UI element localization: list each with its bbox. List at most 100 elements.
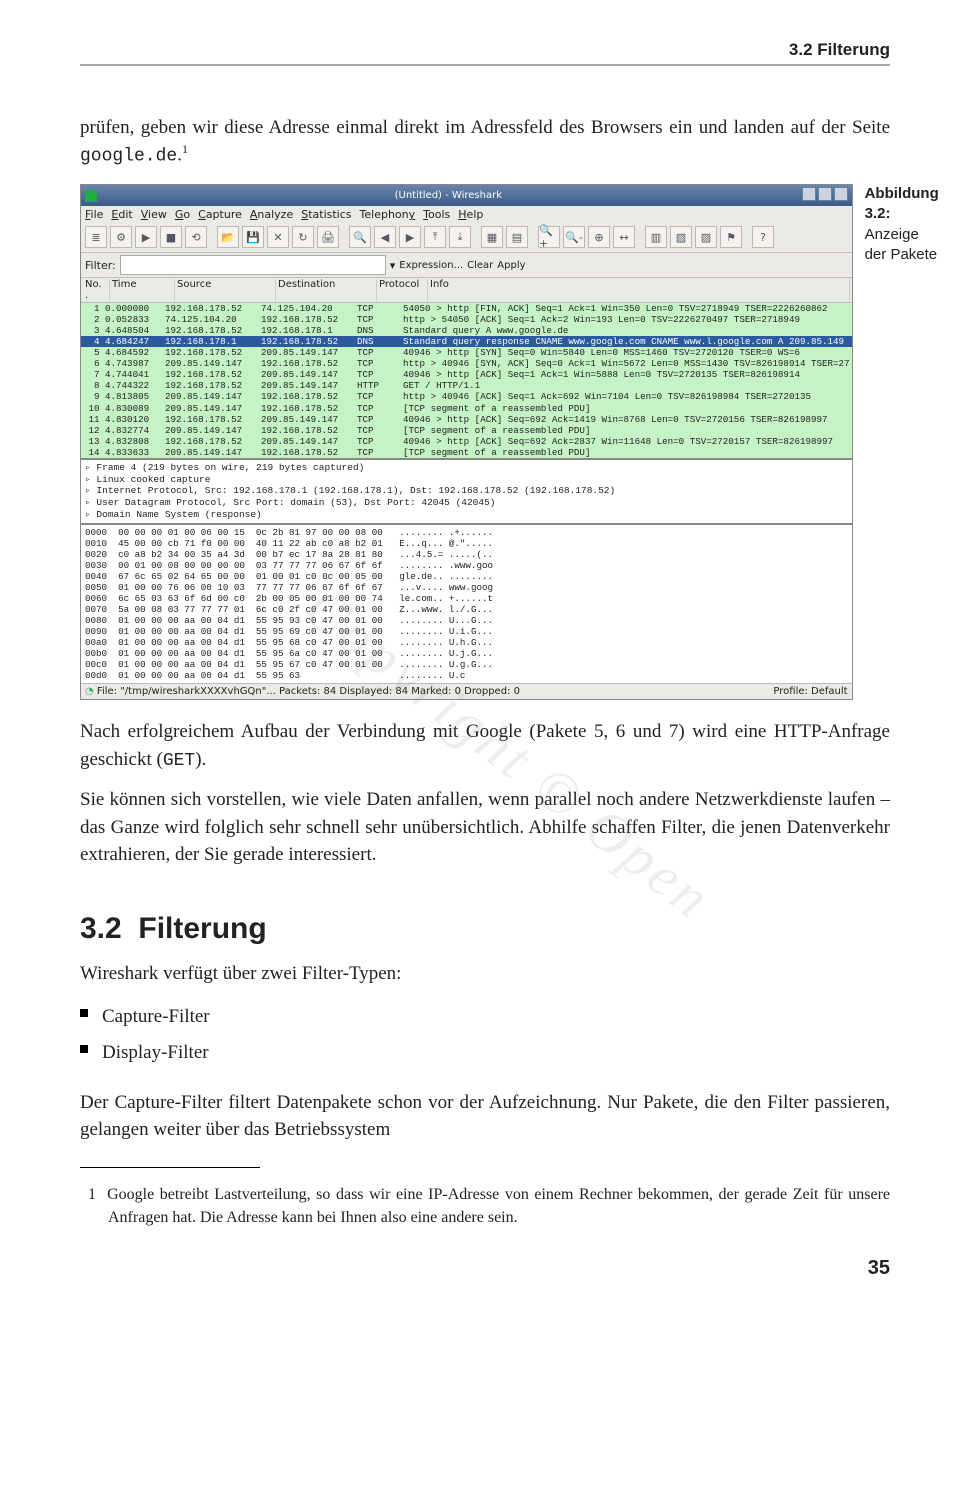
tb-restart-icon[interactable]: ⟲ (185, 226, 207, 248)
menu-edit: Edit (111, 208, 132, 221)
menu-help: Help (458, 208, 483, 221)
packet-row[interactable]: 144.833633209.85.149.147192.168.178.52TC… (81, 447, 852, 458)
caption-rest: Anzeige der Pakete (865, 226, 938, 263)
status-right: Profile: Default (773, 686, 847, 697)
tb-first-icon[interactable]: ⤓ (449, 226, 471, 248)
packet-row[interactable]: 104.830089209.85.149.147192.168.178.52TC… (81, 403, 852, 414)
para-filter-intro: Wireshark verfügt über zwei Filter-Typen… (80, 960, 890, 987)
packet-details-tree[interactable]: Frame 4 (219 bytes on wire, 219 bytes ca… (81, 458, 852, 523)
section-heading: 3.2 Filterung (80, 912, 890, 946)
tb-next-icon[interactable]: ▶ (399, 226, 421, 248)
tb-reload-icon[interactable]: ↻ (292, 226, 314, 248)
intro-mono: google.de (80, 146, 177, 166)
packet-row[interactable]: 54.684592192.168.178.52209.85.149.147TCP… (81, 347, 852, 358)
filter-types-list: Capture-Filter Display-Filter (80, 999, 890, 1071)
tb-zoom100-icon[interactable]: ⊕ (588, 226, 610, 248)
tb-zoomout-icon[interactable]: 🔍- (563, 226, 585, 248)
menu-analyze: Analyze (250, 208, 293, 221)
status-left: ◔ File: "/tmp/wiresharkXXXXvhGQn"... Pac… (85, 686, 520, 697)
ws-statusbar: ◔ File: "/tmp/wiresharkXXXXvhGQn"... Pac… (81, 683, 852, 699)
intro-sup: 1 (182, 142, 188, 156)
para-capture-filter: Der Capture-Filter filtert Datenpakete s… (80, 1089, 890, 1143)
running-head: 3.2 Filterung (80, 40, 890, 66)
tree-item[interactable]: Frame 4 (219 bytes on wire, 219 bytes ca… (85, 462, 848, 474)
tb-zoomin-icon[interactable]: 🔍+ (538, 226, 560, 248)
packet-row[interactable]: 134.832808192.168.178.52209.85.149.147TC… (81, 436, 852, 447)
ws-toolbar[interactable]: ≣ ⚙ ▶ ■ ⟲ 📂 💾 ✕ ↻ 🖨 🔍 ◀ ▶ ⤒ ⤓ ▦ ▤ (81, 223, 852, 253)
filter-expression-button[interactable]: Expression... (399, 260, 463, 271)
menu-statistics: Statistics (301, 208, 351, 221)
footnote-text: Google betreibt Lastverteilung, so dass … (107, 1186, 890, 1225)
filter-label: Filter: (85, 259, 116, 272)
col-info[interactable]: Info (428, 279, 850, 301)
ws-menubar[interactable]: File Edit View Go Capture Analyze Statistics Te… (81, 206, 852, 223)
tb-save-icon[interactable]: 💾 (242, 226, 264, 248)
packet-row[interactable]: 94.813805209.85.149.147192.168.178.52TCP… (81, 391, 852, 402)
packet-row[interactable]: 20.05283374.125.104.20192.168.178.52TCPh… (81, 314, 852, 325)
packet-hex-dump[interactable]: 0000 00 00 00 01 00 06 00 15 0c 2b 81 97… (81, 523, 852, 683)
bullet-capture-filter: Capture-Filter (102, 999, 890, 1035)
col-protocol[interactable]: Protocol (377, 279, 428, 301)
filter-input[interactable] (120, 255, 386, 275)
packet-row[interactable]: 10.000000192.168.178.5274.125.104.20TCP5… (81, 303, 852, 314)
para-after-figure-2: Sie können sich vorstellen, wie viele Da… (80, 786, 890, 867)
tree-item[interactable]: Domain Name System (response) (85, 509, 848, 521)
tb-start-icon[interactable]: ▶ (135, 226, 157, 248)
packet-row[interactable]: 74.744041192.168.178.52209.85.149.147TCP… (81, 369, 852, 380)
tb-print-icon[interactable]: 🖨 (317, 226, 339, 248)
tree-item[interactable]: Internet Protocol, Src: 192.168.178.1 (1… (85, 485, 848, 497)
menu-go: Go (175, 208, 190, 221)
tb-prev-icon[interactable]: ◀ (374, 226, 396, 248)
packet-row[interactable]: 84.744322192.168.178.52209.85.149.147HTT… (81, 380, 852, 391)
col-destination[interactable]: Destination (276, 279, 377, 301)
menu-file: File (85, 208, 103, 221)
tb-find-icon[interactable]: 🔍 (349, 226, 371, 248)
packet-row[interactable]: 44.684247192.168.178.1192.168.178.52DNSS… (81, 336, 852, 347)
tb-colorize-icon[interactable]: ▦ (481, 226, 503, 248)
menu-capture: Capture (198, 208, 242, 221)
tb-stop-icon[interactable]: ■ (160, 226, 182, 248)
footnote-rule (80, 1167, 260, 1168)
tree-item[interactable]: Linux cooked capture (85, 474, 848, 486)
window-buttons[interactable] (800, 187, 848, 204)
tb-dispfilter-icon[interactable]: ▧ (670, 226, 692, 248)
ws-filter-bar[interactable]: Filter: ▾ Expression... Clear Apply (81, 253, 852, 278)
packet-row[interactable]: 64.743987209.85.149.147192.168.178.52TCP… (81, 358, 852, 369)
p2b: ). (195, 749, 206, 770)
menu-telephony: Telephony (360, 208, 416, 221)
para-after-figure-1: Nach erfolgreichem Aufbau der Verbindung… (80, 718, 890, 774)
menu-tools: Tools (423, 208, 450, 221)
tb-help-icon[interactable]: ? (752, 226, 774, 248)
col-source[interactable]: Source (175, 279, 276, 301)
packet-row[interactable]: 34.648504192.168.178.52192.168.178.1DNSS… (81, 325, 852, 336)
tb-goto-icon[interactable]: ⤒ (424, 226, 446, 248)
running-head-text: 3.2 Filterung (789, 40, 890, 60)
tb-prefs-icon[interactable]: ⚑ (720, 226, 742, 248)
figure-caption: Abbildung 3.2: Anzeige der Pakete (865, 184, 939, 265)
tb-options-icon[interactable]: ⚙ (110, 226, 132, 248)
ws-app-icon (85, 190, 97, 202)
tb-resize-icon[interactable]: ↔ (613, 226, 635, 248)
tb-open-icon[interactable]: 📂 (217, 226, 239, 248)
filter-apply-button[interactable]: Apply (497, 260, 525, 271)
filter-clear-button[interactable]: Clear (467, 260, 493, 271)
packet-list-header[interactable]: No. . Time Source Destination Protocol I… (81, 278, 852, 303)
ws-title-text: (Untitled) - Wireshark (395, 190, 502, 201)
wireshark-window: (Untitled) - Wireshark File Edit View Go Cap… (80, 184, 853, 700)
packet-list[interactable]: 10.000000192.168.178.5274.125.104.20TCP5… (81, 303, 852, 457)
packet-row[interactable]: 114.830120192.168.178.52209.85.149.147TC… (81, 414, 852, 425)
footnote: 1 Google betreibt Lastverteilung, so das… (80, 1184, 890, 1229)
col-time[interactable]: Time (110, 279, 175, 301)
tb-autoscroll-icon[interactable]: ▤ (506, 226, 528, 248)
tb-interfaces-icon[interactable]: ≣ (85, 226, 107, 248)
tb-coloring-icon[interactable]: ▨ (695, 226, 717, 248)
footnote-num: 1 (88, 1186, 96, 1203)
tb-close-icon[interactable]: ✕ (267, 226, 289, 248)
tree-item[interactable]: User Datagram Protocol, Src Port: domain… (85, 497, 848, 509)
section-title: Filterung (138, 912, 266, 945)
caption-bold: Abbildung 3.2: (865, 185, 939, 222)
menu-view: View (141, 208, 167, 221)
packet-row[interactable]: 124.832774209.85.149.147192.168.178.52TC… (81, 425, 852, 436)
tb-capfilter-icon[interactable]: ▥ (645, 226, 667, 248)
col-no[interactable]: No. . (83, 279, 110, 301)
